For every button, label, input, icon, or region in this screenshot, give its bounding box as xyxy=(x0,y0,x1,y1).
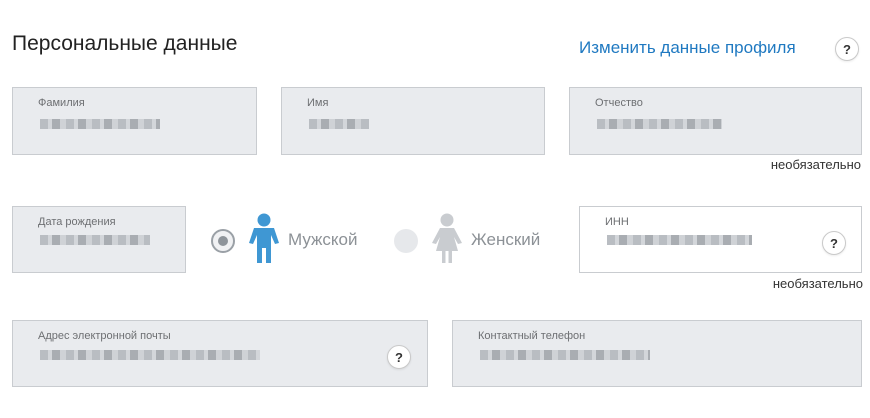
email-field[interactable]: Адрес электронной почты ? xyxy=(12,320,428,387)
email-help-button[interactable]: ? xyxy=(387,345,411,369)
last-name-value xyxy=(40,119,160,129)
first-name-field[interactable]: Имя xyxy=(281,87,545,155)
phone-value xyxy=(480,350,650,360)
inn-help-button[interactable]: ? xyxy=(822,231,846,255)
last-name-label: Фамилия xyxy=(38,97,85,109)
gender-female-radio[interactable] xyxy=(394,229,418,253)
question-icon: ? xyxy=(830,235,838,251)
phone-label: Контактный телефон xyxy=(478,330,586,342)
middle-name-value xyxy=(597,119,722,129)
page-title: Персональные данные xyxy=(12,32,238,55)
birth-date-field[interactable]: Дата рождения xyxy=(12,206,186,273)
inn-field[interactable]: ИНН ? xyxy=(579,206,862,273)
question-icon: ? xyxy=(843,41,851,57)
middle-name-field[interactable]: Отчество xyxy=(569,87,862,155)
phone-field[interactable]: Контактный телефон xyxy=(452,320,862,387)
female-figure-icon xyxy=(432,213,462,263)
edit-profile-link[interactable]: Изменить данные профиля xyxy=(579,38,796,58)
gender-male-radio[interactable] xyxy=(211,229,235,253)
email-value xyxy=(40,350,260,360)
middle-name-optional-note: необязательно xyxy=(770,157,861,172)
gender-male-label[interactable]: Мужской xyxy=(288,230,358,250)
last-name-field[interactable]: Фамилия xyxy=(12,87,257,155)
gender-female-label[interactable]: Женский xyxy=(471,230,540,250)
first-name-label: Имя xyxy=(307,97,329,109)
email-label: Адрес электронной почты xyxy=(38,330,171,342)
birth-date-value xyxy=(40,235,150,245)
middle-name-label: Отчество xyxy=(595,97,643,109)
header-help-button[interactable]: ? xyxy=(835,37,859,61)
inn-optional-note: необязательно xyxy=(772,276,863,291)
birth-date-label: Дата рождения xyxy=(38,216,116,228)
male-figure-icon xyxy=(249,213,279,263)
question-icon: ? xyxy=(395,349,403,365)
inn-value xyxy=(607,235,752,245)
inn-label: ИНН xyxy=(605,216,629,228)
first-name-value xyxy=(309,119,369,129)
